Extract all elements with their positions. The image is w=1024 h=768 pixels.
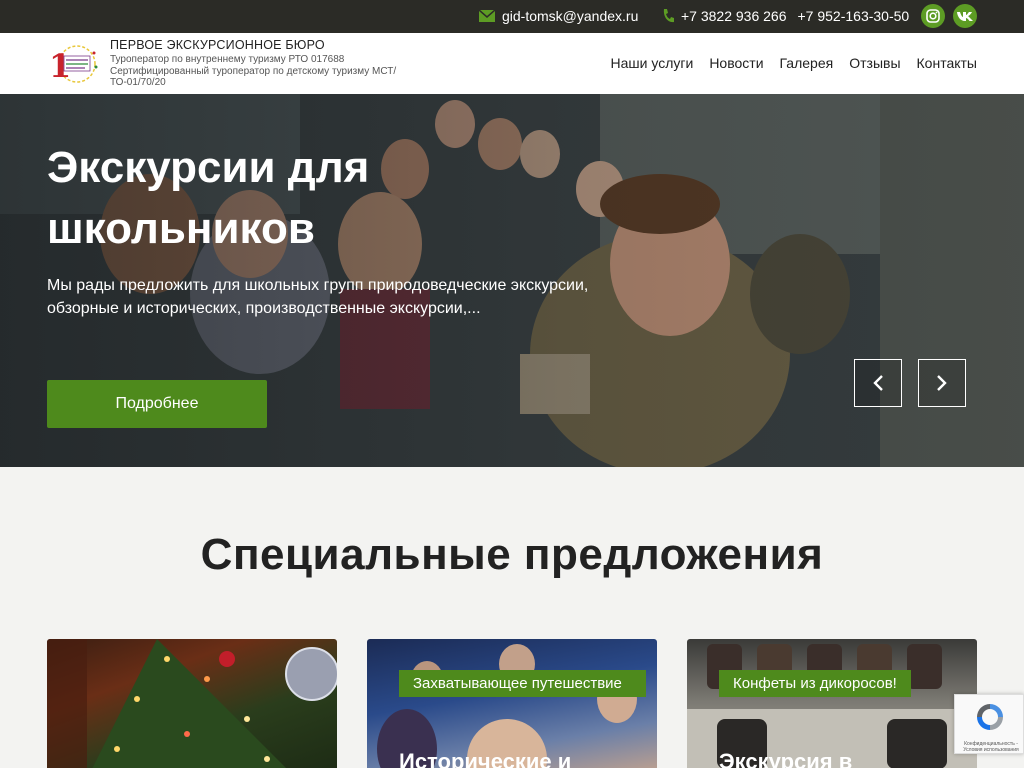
card-title: Экскурсия в [719,749,853,768]
contact-phones: +7 3822 936 266 +7 952-163-30-50 [662,8,909,24]
contact-email[interactable]: gid-tomsk@yandex.ru [479,8,638,24]
offers-title: Специальные предложения [200,530,824,579]
vk-button[interactable] [953,4,977,28]
brand-block: ПЕРВОЕ ЭКСКУРСИОННОЕ БЮРО Туроператор по… [110,38,410,89]
nav-reviews[interactable]: Отзывы [849,55,900,71]
card-title: Исторические и [399,749,572,768]
christmas-tree-image [47,639,337,768]
hero-description: Мы рады предложить для школьных групп пр… [47,277,589,317]
offer-card-3[interactable]: Конфеты из дикоросов! Экскурсия в [687,639,977,768]
chevron-right-icon [937,375,947,391]
more-button[interactable]: Подробнее [47,380,267,428]
recaptcha-badge[interactable]: Конфиденциальность - Условия использован… [954,694,1024,754]
nav-news[interactable]: Новости [709,55,763,71]
mail-icon [479,10,495,22]
hero-slider: Экскурсии для школьников Мы рады предлож… [0,94,1024,467]
slider-next-button[interactable] [918,359,966,407]
offer-card-2[interactable]: Захватывающее путешествие Исторические и [367,639,657,768]
recaptcha-icon [977,704,1003,730]
brand-license: Туроператор по внутреннему туризму РТО 0… [110,54,345,65]
vk-icon [957,12,973,21]
site-header: 1 ПЕРВОЕ ЭКСКУРСИОННОЕ БЮРО Туроператор … [0,33,1024,94]
nav-contacts[interactable]: Контакты [917,55,977,71]
card-tag: Захватывающее путешествие [399,670,646,697]
phone-icon [663,9,674,23]
phone-2[interactable]: +7 952-163-30-50 [798,8,910,24]
main-nav: Наши услуги Новости Галерея Отзывы Конта… [611,55,977,71]
site-logo[interactable]: 1 [47,43,103,85]
instagram-button[interactable] [921,4,945,28]
top-bar: gid-tomsk@yandex.ru +7 3822 936 266 +7 9… [0,0,1024,33]
chevron-left-icon [873,375,883,391]
recaptcha-text[interactable]: Конфиденциальность - Условия использован… [959,741,1023,753]
nav-services[interactable]: Наши услуги [611,55,694,71]
slider-prev-button[interactable] [854,359,902,407]
instagram-icon [926,9,940,23]
card-tag: Конфеты из дикоросов! [719,670,911,697]
brand-certificate: Сертифицированный туроператор по детском… [110,65,397,89]
nav-gallery[interactable]: Галерея [780,55,834,71]
hero-title: Экскурсии для школьников [47,143,370,253]
offer-card-1[interactable] [47,639,337,768]
brand-title: ПЕРВОЕ ЭКСКУРСИОННОЕ БЮРО [110,38,325,52]
phone-1[interactable]: +7 3822 936 266 [681,8,787,24]
email-text[interactable]: gid-tomsk@yandex.ru [502,8,638,24]
